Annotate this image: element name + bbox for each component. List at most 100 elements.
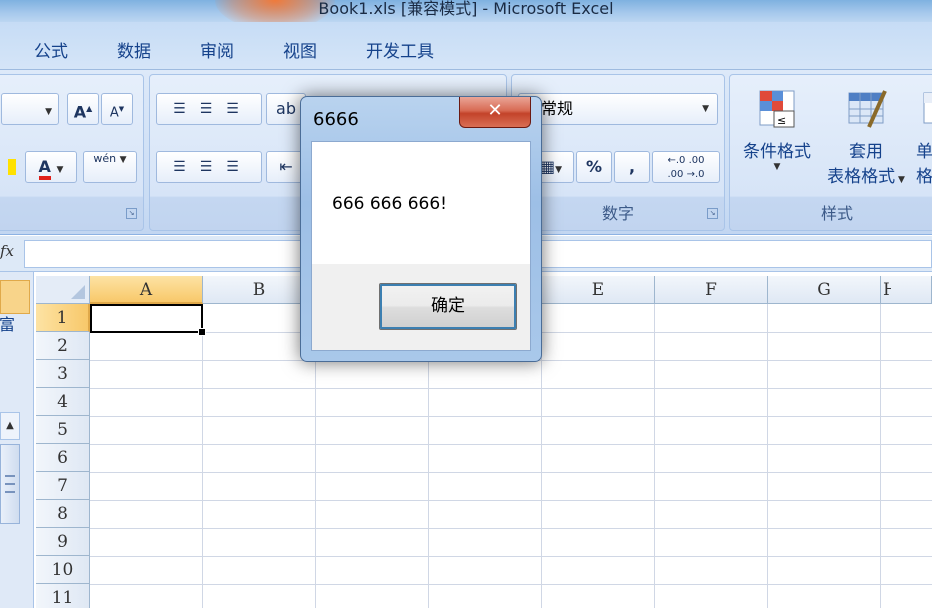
chevron-down-icon: ▼ <box>895 175 905 185</box>
grid-line <box>90 556 932 557</box>
grid-line <box>90 500 932 501</box>
active-cell-a1[interactable] <box>90 304 206 336</box>
chevron-down-icon: ▼ <box>56 165 64 175</box>
ribbon-tabs: 公式 数据 审阅 视图 开发工具 <box>0 22 932 70</box>
tab-formulas[interactable]: 公式 <box>34 37 68 62</box>
row-header-4[interactable]: 4 <box>36 388 90 416</box>
percent-style-button[interactable]: % <box>576 151 612 183</box>
chevron-down-icon: ▼ <box>555 165 563 175</box>
column-header-a[interactable]: A <box>90 276 203 304</box>
chevron-down-icon: ▼ <box>45 107 52 117</box>
decimal-buttons[interactable]: ←.0 .00 .00 →.0 <box>652 151 720 183</box>
conditional-format-icon: ≤ <box>759 90 795 128</box>
column-header-h[interactable]: H <box>881 276 932 304</box>
styles-group: ≤ 条件格式 ▼ 套用 表格格式 ▼ 单 格 样式 <box>729 74 932 231</box>
font-dialog-launcher-icon[interactable]: ↘ <box>126 208 137 219</box>
font-color-icon: A <box>38 158 51 180</box>
chevron-down-icon: ▼ <box>773 162 781 172</box>
increase-decimal-label: ←.0 .00 <box>667 155 705 166</box>
left-panel-selected-item[interactable]: 富 <box>0 280 30 334</box>
chevron-down-icon: ▼ <box>119 155 127 165</box>
format-as-table-button[interactable]: 套用 表格格式 ▼ <box>820 83 912 195</box>
number-dialog-launcher-icon[interactable]: ↘ <box>707 208 718 219</box>
close-button[interactable]: ✕ <box>459 97 531 128</box>
align-bottom-icon: ☰ <box>226 101 253 117</box>
font-group: ▼ A▲ A▼ A ▼ wén ▼ ↘ <box>0 74 144 231</box>
fill-color-button[interactable] <box>1 151 23 183</box>
conditional-format-label: 条件格式 <box>743 142 811 162</box>
svg-text:≤: ≤ <box>777 114 786 127</box>
font-color-button[interactable]: A ▼ <box>25 151 77 183</box>
tab-review[interactable]: 审阅 <box>200 37 234 62</box>
grid-line <box>90 444 932 445</box>
scrollbar-thumb[interactable] <box>0 444 20 524</box>
horizontal-align-buttons[interactable]: ☰☰☰ <box>156 151 262 183</box>
cell-styles-label-2: 格 <box>916 167 932 187</box>
grid-line <box>90 388 932 389</box>
styles-group-label: 样式 <box>820 204 853 223</box>
close-icon: ✕ <box>487 100 503 121</box>
title-bar: Book1.xls [兼容模式] - Microsoft Excel <box>0 0 932 22</box>
align-top-icon: ☰ <box>173 101 200 117</box>
align-left-icon: ☰ <box>173 159 200 175</box>
row-header-10[interactable]: 10 <box>36 556 90 584</box>
align-center-icon: ☰ <box>199 159 227 175</box>
dialog-client-area: 666 666 666! 确定 <box>311 141 531 351</box>
ok-button[interactable]: 确定 <box>379 283 517 330</box>
vertical-align-buttons[interactable]: ☰☰☰ <box>156 93 262 125</box>
grid-line <box>654 304 655 608</box>
cell-styles-label-1: 单 <box>916 142 932 162</box>
grow-font-button[interactable]: A▲ <box>67 93 99 125</box>
dialog-message: 666 666 666! <box>332 194 447 214</box>
text-orientation-icon: ab <box>276 99 296 118</box>
row-header-9[interactable]: 9 <box>36 528 90 556</box>
fill-color-icon <box>8 159 16 175</box>
shrink-font-button[interactable]: A▼ <box>101 93 133 125</box>
grow-font-icon: A <box>73 102 87 122</box>
cell-styles-icon <box>923 92 932 124</box>
scroll-up-button[interactable]: ▲ <box>0 412 20 440</box>
decrease-decimal-label: .00 →.0 <box>667 169 705 180</box>
row-header-1[interactable]: 1 <box>36 304 90 332</box>
cell-styles-button[interactable]: 单 格 <box>916 83 932 195</box>
conditional-format-button[interactable]: ≤ 条件格式 ▼ <box>736 83 818 195</box>
percent-style-label: % <box>585 157 603 176</box>
column-header-f[interactable]: F <box>655 276 768 304</box>
select-all-button[interactable] <box>36 276 90 304</box>
grid-line <box>90 416 932 417</box>
row-header-11[interactable]: 11 <box>36 584 90 608</box>
chevron-down-icon: ▼ <box>702 104 709 114</box>
scroll-up-icon: ▲ <box>6 420 14 431</box>
message-box-dialog: 6666 ✕ 666 666 666! 确定 <box>300 96 542 362</box>
number-format-dropdown[interactable]: 常规 ▼ <box>518 93 718 125</box>
align-right-icon: ☰ <box>226 159 253 175</box>
grid-line <box>90 528 932 529</box>
comma-style-button[interactable]: , <box>614 151 650 183</box>
window-title: Book1.xls [兼容模式] - Microsoft Excel <box>318 0 614 18</box>
grow-arrow-icon: ▲ <box>86 104 93 113</box>
phonetic-guide-button[interactable]: wén ▼ <box>83 151 137 183</box>
row-header-7[interactable]: 7 <box>36 472 90 500</box>
decrease-indent-icon: ⇤ <box>279 157 293 176</box>
font-size-dropdown[interactable]: ▼ <box>1 93 59 125</box>
column-header-e[interactable]: E <box>542 276 655 304</box>
column-header-h-label: H <box>883 280 891 300</box>
row-header-6[interactable]: 6 <box>36 444 90 472</box>
comma-style-label: , <box>628 157 636 176</box>
grid-line <box>90 584 932 585</box>
tab-data[interactable]: 数据 <box>117 37 151 62</box>
row-header-8[interactable]: 8 <box>36 500 90 528</box>
grid-line <box>880 304 881 608</box>
row-header-3[interactable]: 3 <box>36 360 90 388</box>
row-header-5[interactable]: 5 <box>36 416 90 444</box>
tab-view[interactable]: 视图 <box>283 37 317 62</box>
grid-line <box>90 472 932 473</box>
column-header-g[interactable]: G <box>768 276 881 304</box>
row-header-2[interactable]: 2 <box>36 332 90 360</box>
insert-function-icon[interactable]: fx <box>0 242 22 266</box>
format-as-table-label-1: 套用 <box>849 142 883 162</box>
tab-developer[interactable]: 开发工具 <box>366 37 434 62</box>
number-group: 常规 ▼ ▦▼ % , ←.0 .00 .00 →.0 数字 ↘ <box>511 74 725 231</box>
left-panel-label: 富 <box>0 315 16 334</box>
accounting-format-icon: ▦ <box>539 157 556 176</box>
